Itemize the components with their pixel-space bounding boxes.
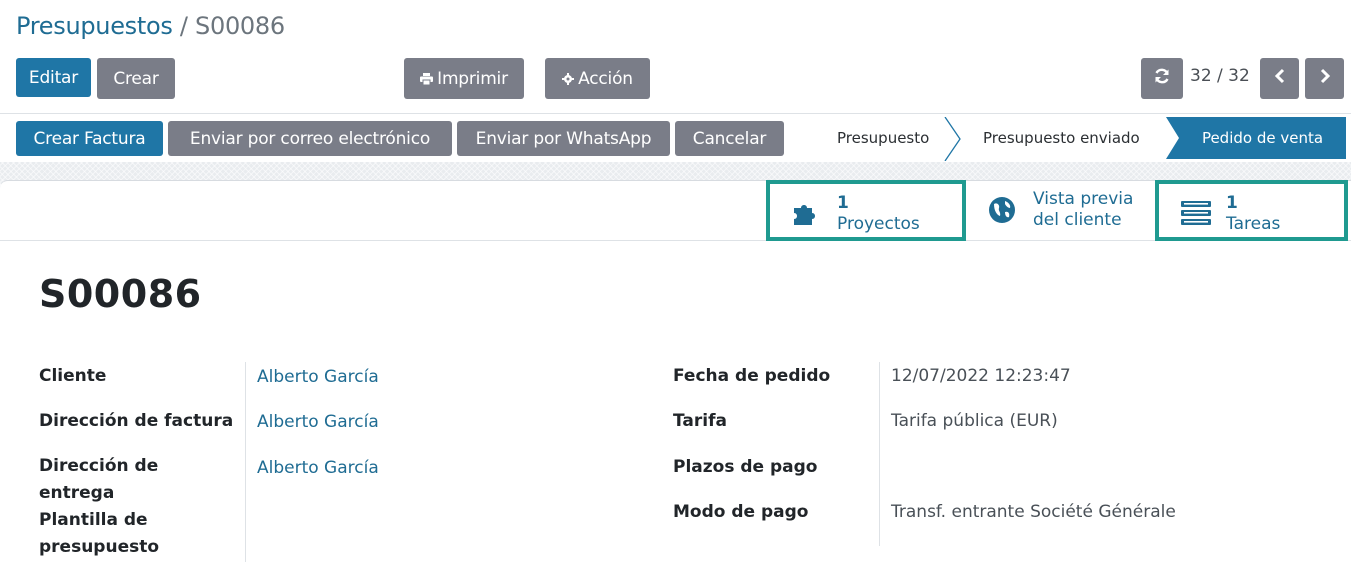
gear-icon <box>562 72 575 85</box>
chevron-right-icon <box>1319 68 1331 89</box>
invoice-address-label: Dirección de factura <box>39 411 234 431</box>
print-button-label: Imprimir <box>437 68 508 89</box>
refresh-icon <box>1153 67 1171 90</box>
record-title: S00086 <box>39 272 202 316</box>
breadcrumb-separator: / <box>172 12 196 40</box>
customer-value[interactable]: Alberto García <box>257 367 379 387</box>
create-button-label: Crear <box>113 68 159 89</box>
cancel-label: Cancelar <box>692 128 767 149</box>
edit-button[interactable]: Editar <box>16 58 91 97</box>
tasks-count: 1 <box>1226 193 1238 213</box>
pager-next-button[interactable] <box>1305 58 1344 99</box>
payment-mode-value[interactable]: Transf. entrante Société Générale <box>891 502 1176 522</box>
stage-separator-chevron <box>944 117 961 161</box>
stage-quotation-label: Presupuesto <box>837 129 930 147</box>
payment-terms-label: Plazos de pago <box>673 457 818 477</box>
action-button[interactable]: Acción <box>545 58 650 99</box>
send-whatsapp-label: Enviar por WhatsApp <box>475 128 652 149</box>
right-group-separator <box>879 362 880 546</box>
control-panel-divider <box>0 113 1351 114</box>
printer-icon <box>420 72 434 85</box>
pricelist-label: Tarifa <box>673 411 727 431</box>
send-email-label: Enviar por correo electrónico <box>189 128 431 149</box>
customer-preview-smart-button[interactable]: Vista previa del cliente <box>966 180 1156 241</box>
tasks-icon <box>1181 200 1211 231</box>
delivery-address-value[interactable]: Alberto García <box>257 458 379 478</box>
create-invoice-label: Crear Factura <box>33 128 146 149</box>
customer-preview-line1: Vista previa <box>1033 189 1134 209</box>
invoice-address-value[interactable]: Alberto García <box>257 412 379 432</box>
breadcrumb: Presupuestos / S00086 <box>16 12 285 40</box>
send-email-button[interactable]: Enviar por correo electrónico <box>168 121 452 156</box>
create-button[interactable]: Crear <box>97 58 175 99</box>
tasks-smart-button[interactable]: 1 Tareas <box>1155 180 1348 241</box>
pricelist-value[interactable]: Tarifa pública (EUR) <box>891 411 1058 431</box>
projects-smart-button[interactable]: 1 Proyectos <box>766 180 966 241</box>
quotation-template-label: Plantilla de presupuesto <box>39 510 160 557</box>
stage-quotation-sent-label: Presupuesto enviado <box>983 129 1140 147</box>
pager-value[interactable]: 32 / 32 <box>1190 66 1250 86</box>
print-button[interactable]: Imprimir <box>404 58 524 99</box>
action-button-label: Acción <box>578 68 633 89</box>
order-date-value[interactable]: 12/07/2022 12:23:47 <box>891 366 1071 386</box>
customer-label: Cliente <box>39 366 107 386</box>
stage-active-notch <box>1166 117 1180 159</box>
globe-icon <box>988 196 1016 229</box>
stage-quotation-sent[interactable]: Presupuesto enviado <box>983 117 1140 159</box>
stage-sales-order-label: Pedido de venta <box>1201 129 1324 147</box>
order-date-label: Fecha de pedido <box>673 366 831 386</box>
tasks-label: Tareas <box>1226 214 1281 234</box>
edit-button-label: Editar <box>28 67 79 88</box>
projects-count: 1 <box>837 193 849 213</box>
delivery-address-label: Dirección de entrega <box>39 456 159 503</box>
puzzle-icon <box>792 200 822 231</box>
send-whatsapp-button[interactable]: Enviar por WhatsApp <box>457 121 670 156</box>
pager-previous-button[interactable] <box>1260 58 1299 99</box>
customer-preview-line2: del cliente <box>1033 210 1122 230</box>
payment-mode-label: Modo de pago <box>673 502 809 522</box>
create-invoice-button[interactable]: Crear Factura <box>16 121 163 156</box>
reload-button[interactable] <box>1141 58 1183 99</box>
stage-quotation[interactable]: Presupuesto <box>837 117 929 159</box>
breadcrumb-parent-link[interactable]: Presupuestos <box>16 12 173 40</box>
stage-sales-order[interactable]: Pedido de venta <box>1179 117 1346 159</box>
left-group-separator <box>245 362 246 562</box>
breadcrumb-current: S00086 <box>195 12 285 40</box>
chevron-left-icon <box>1274 68 1286 89</box>
projects-label: Proyectos <box>837 214 920 234</box>
cancel-button[interactable]: Cancelar <box>675 121 784 156</box>
